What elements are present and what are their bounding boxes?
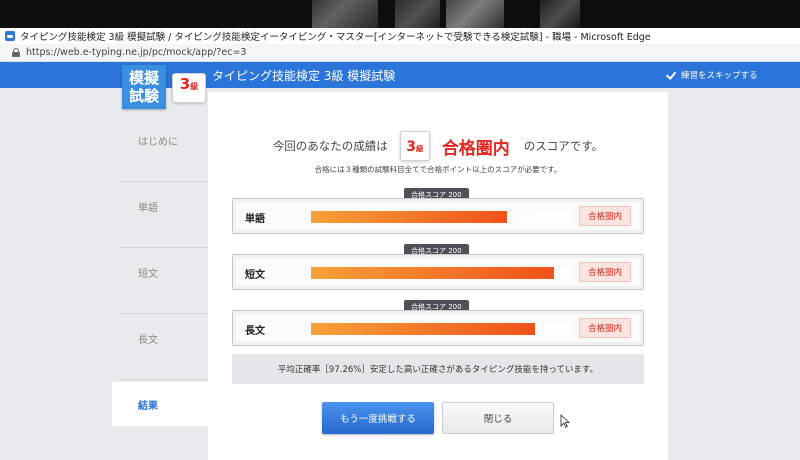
mock-exam-logo: 模擬 試験: [122, 65, 166, 109]
window-title: タイピング技能検定 3級 模擬試験 / タイピング技能検定イータイピング・マスタ…: [20, 32, 651, 43]
logo-line-2: 試験: [128, 87, 159, 105]
grade-logo: 3級: [172, 73, 206, 103]
score-row-label: 単語: [245, 214, 265, 225]
pass-status-badge: 合格圏内: [579, 262, 631, 282]
sidebar-item-label: 単語: [138, 202, 158, 214]
skip-practice-toggle[interactable]: 練習をスキップする: [666, 69, 758, 81]
browser-tab-icon: [5, 31, 15, 41]
skip-practice-label: 練習をスキップする: [681, 71, 758, 81]
page: タイピング技能検定 3級 模擬試験 練習をスキップする 模擬 試験 3級 はじめ…: [0, 62, 800, 460]
pass-requirement-note: 合格には３種類の試験科目全てで合格ポイント以上のスコアが必要です。: [314, 165, 562, 174]
sidebar-item-words[interactable]: 単語: [112, 184, 208, 228]
grade-number: 3: [406, 139, 416, 155]
accuracy-summary: 平均正確率［97.26%］安定した高い正確さがあるタイピング技能を持っています。: [232, 354, 644, 384]
grade-number: 3: [179, 75, 191, 93]
score-bar-fill: [311, 211, 508, 223]
webcam-thumbnail: [540, 0, 580, 28]
score-bar-fill: [311, 323, 536, 335]
sidebar-item-label: 短文: [138, 268, 158, 280]
divider: [120, 181, 208, 182]
sidebar-item-long-text[interactable]: 長文: [112, 316, 208, 360]
address-bar[interactable]: https://web.e-typing.ne.jp/pc/mock/app/?…: [0, 44, 800, 62]
screen: タイピング技能検定 3級 模擬試験 / タイピング技能検定イータイピング・マスタ…: [0, 0, 800, 460]
check-icon: [666, 70, 676, 80]
result-headline: 今回のあなたの成績は 3級 合格圏内 のスコアです。: [208, 126, 668, 166]
score-row-words: 単語 合格圏内: [232, 198, 644, 234]
sidebar-item-label: はじめに: [138, 136, 178, 148]
score-row-label: 長文: [245, 326, 265, 337]
divider: [120, 247, 208, 248]
webcam-thumbnail: [395, 0, 440, 28]
sidebar-item-label: 結果: [138, 400, 158, 412]
result-prefix: 今回のあなたの成績は: [272, 139, 388, 153]
score-bar-track: [311, 323, 569, 335]
mouse-cursor-icon: [560, 414, 570, 428]
url-text[interactable]: https://web.e-typing.ne.jp/pc/mock/app/?…: [26, 47, 246, 58]
sidebar-item-label: 長文: [138, 334, 158, 346]
score-bar-track: [311, 267, 569, 279]
close-button[interactable]: 閉じる: [442, 402, 554, 434]
webcam-thumbnail: [446, 0, 504, 28]
pass-status-badge: 合格圏内: [579, 318, 631, 338]
score-row-short-text: 短文 合格圏内: [232, 254, 644, 290]
page-title: タイピング技能検定 3級 模擬試験: [212, 69, 396, 83]
header-band: タイピング技能検定 3級 模擬試験 練習をスキップする: [0, 62, 800, 88]
result-suffix: のスコアです。: [523, 139, 604, 153]
sidebar-item-short-text[interactable]: 短文: [112, 250, 208, 294]
pass-status-badge: 合格圏内: [579, 206, 631, 226]
score-row-long-text: 長文 合格圏内: [232, 310, 644, 346]
grade-unit: 級: [190, 82, 199, 91]
score-bar-fill: [311, 267, 554, 279]
sidebar-item-results[interactable]: 結果: [112, 382, 208, 426]
divider: [120, 313, 208, 314]
score-row-label: 短文: [245, 270, 265, 281]
window-titlebar: タイピング技能検定 3級 模擬試験 / タイピング技能検定イータイピング・マスタ…: [0, 28, 800, 44]
retry-button[interactable]: もう一度挑戦する: [322, 402, 434, 434]
score-bar-track: [311, 211, 569, 223]
result-grade-badge: 3級: [399, 131, 430, 161]
divider: [120, 379, 208, 380]
sidebar-item-intro[interactable]: はじめに: [112, 118, 208, 162]
logo-line-1: 模擬: [128, 69, 159, 87]
webcam-thumbnail: [312, 0, 378, 28]
grade-unit: 級: [415, 144, 424, 153]
webcam-strip: [0, 0, 800, 28]
result-panel: 今回のあなたの成績は 3級 合格圏内 のスコアです。 合格には３種類の試験科目全…: [208, 92, 668, 460]
result-status: 合格圏内: [441, 138, 510, 159]
lock-icon: [12, 48, 20, 57]
